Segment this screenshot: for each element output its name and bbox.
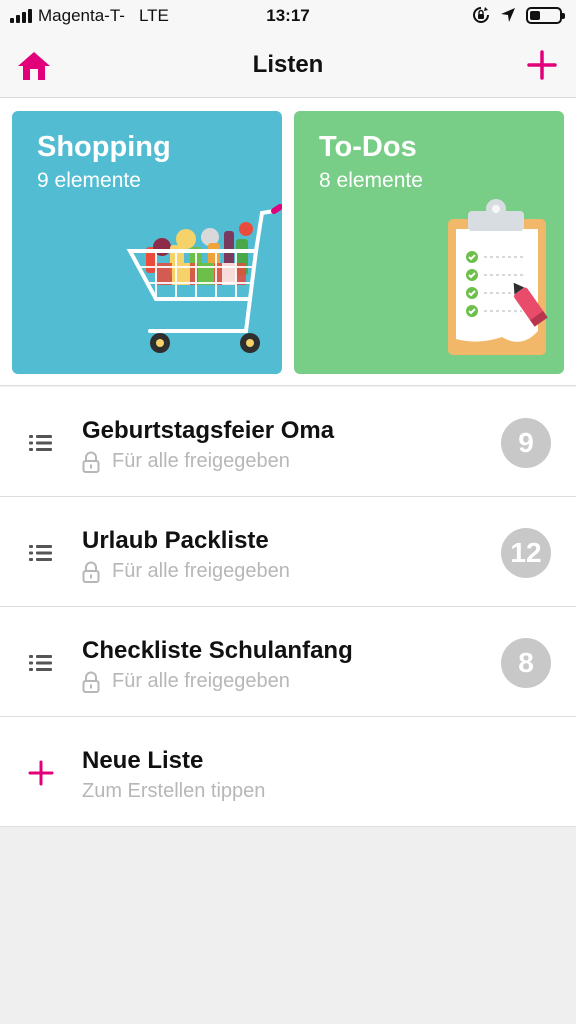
reorder-handle-icon[interactable] [29,544,53,562]
lock-icon [82,671,100,693]
battery-icon [526,6,565,24]
clipboard-icon [448,199,548,355]
sharing-label: Für alle freigegeben [112,450,290,472]
network-type: LTE [138,6,169,25]
navigation-bar: Listen [0,34,576,98]
list-title: Checkliste Schulanfang [82,637,353,664]
card-count: 8 elemente [319,169,423,192]
lock-icon [82,561,100,583]
category-cards: Shopping 9 elemente To-Dos 8 elemente [0,98,576,386]
list-sharing: Für alle freigegeben [82,670,290,693]
shopping-cart-icon [126,204,282,353]
location-arrow-icon [501,8,515,22]
list-item[interactable]: Geburtstagsfeier Oma Für alle freigegebe… [0,387,576,497]
plus-icon[interactable] [526,49,558,81]
list-sharing: Für alle freigegeben [82,560,290,583]
sharing-label: Für alle freigegeben [112,560,290,582]
shopping-card[interactable]: Shopping 9 elemente [12,111,282,374]
card-title: Shopping [37,131,171,163]
page-title: Listen [252,51,324,78]
item-count-badge: 9 [501,418,551,468]
card-count: 9 elemente [37,169,141,192]
new-list-button[interactable]: Neue Liste Zum Erstellen tippen [0,717,576,827]
signal-icon [10,9,32,23]
list-item[interactable]: Checkliste Schulanfang Für alle freigege… [0,607,576,717]
carrier-name: Magenta-T- [38,6,125,25]
orientation-lock-icon [473,7,489,23]
list-title: Urlaub Packliste [82,527,269,554]
list-sharing: Für alle freigegeben [82,450,290,473]
new-list-hint: Zum Erstellen tippen [82,780,266,802]
lock-icon [82,451,100,473]
item-count-badge: 8 [501,638,551,688]
status-bar: Magenta-T- LTE 13:17 [0,0,576,34]
status-icons [472,6,565,24]
sharing-label: Für alle freigegeben [112,670,290,692]
list-item[interactable]: Urlaub Packliste Für alle freigegeben 12 [0,497,576,607]
reorder-handle-icon[interactable] [29,654,53,672]
battery-level [530,10,540,20]
carrier-info: Magenta-T- LTE [10,6,169,26]
reorder-handle-icon[interactable] [29,434,53,452]
todos-card[interactable]: To-Dos 8 elemente [294,111,564,374]
list-title: Geburtstagsfeier Oma [82,417,335,444]
new-list-title: Neue Liste [82,747,204,774]
card-title: To-Dos [319,131,417,163]
item-count-badge: 12 [501,528,551,578]
plus-icon [28,760,54,786]
